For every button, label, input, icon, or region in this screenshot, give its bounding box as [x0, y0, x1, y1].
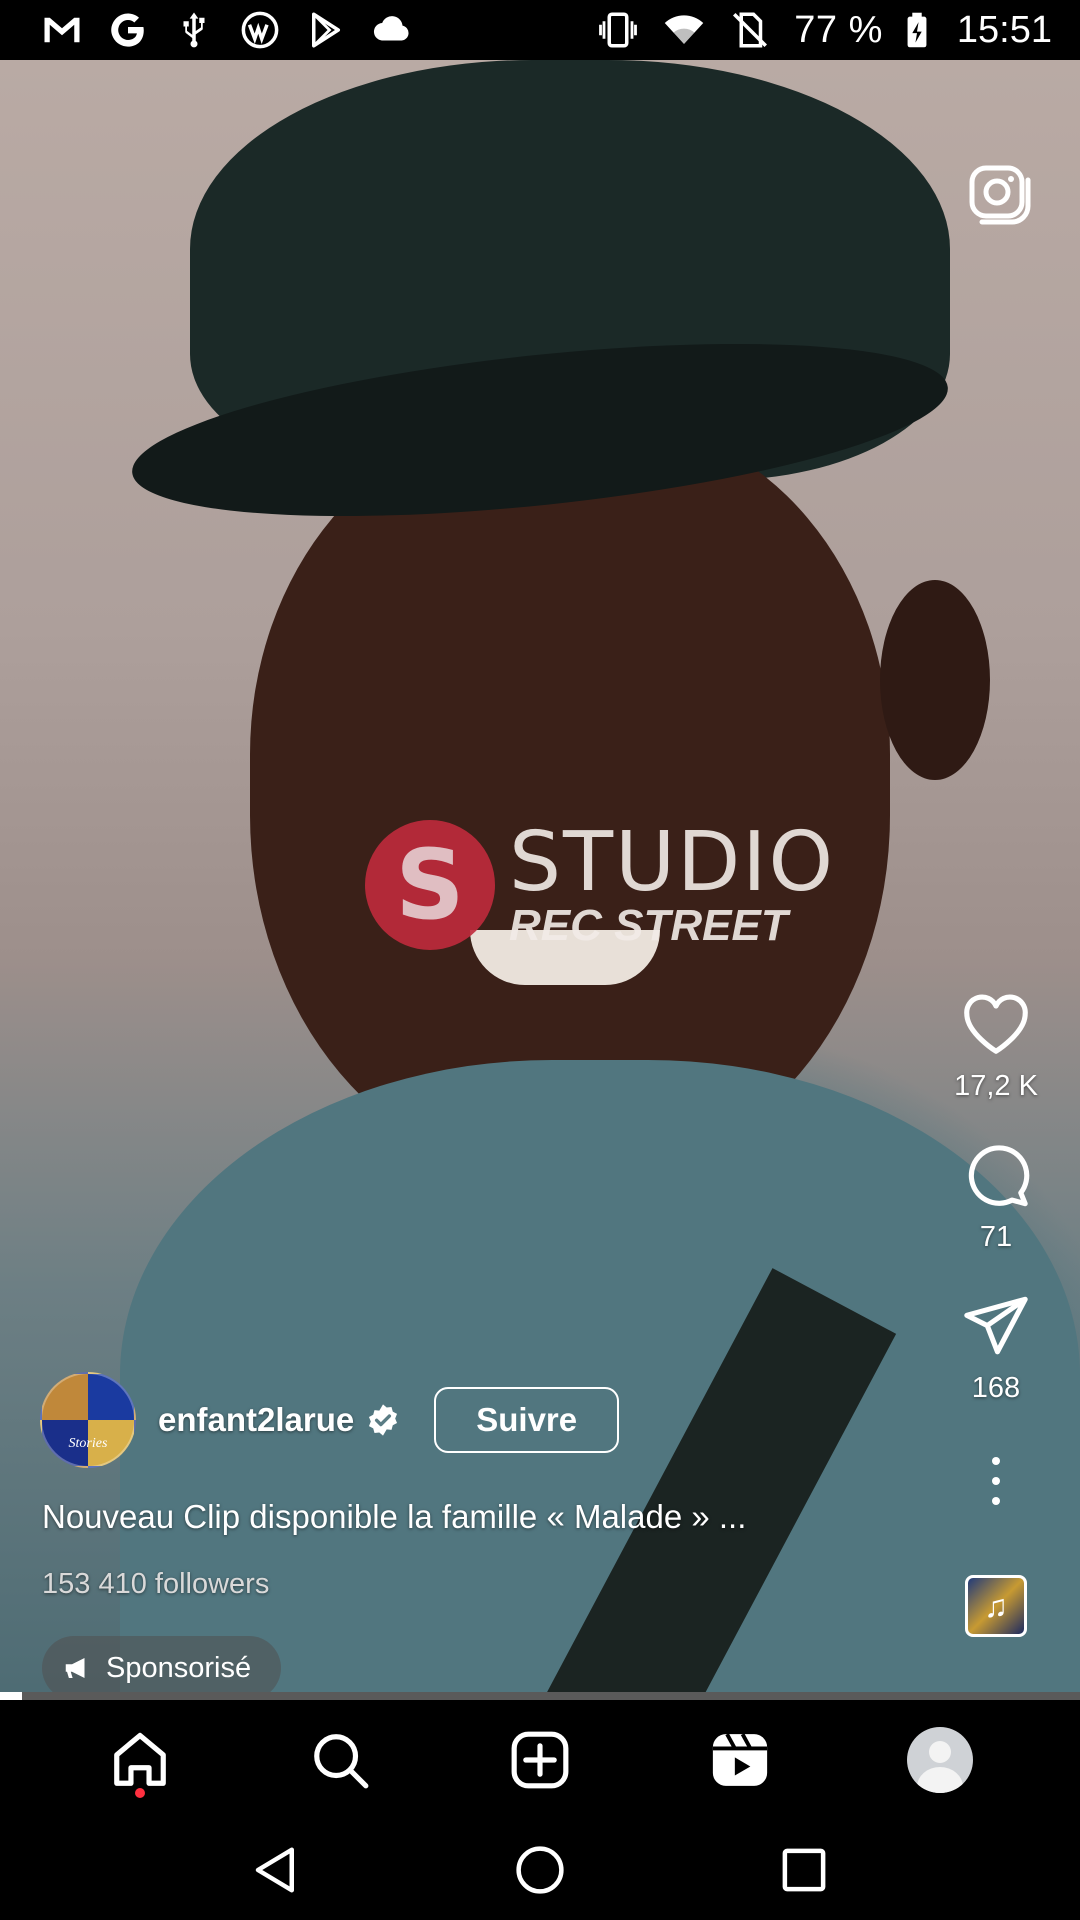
music-note-icon: ♫	[984, 1587, 1008, 1624]
video-progress-fill	[0, 1692, 22, 1700]
nav-search[interactable]	[300, 1720, 380, 1800]
reel-actions: 17,2 K 71 168 ♫	[926, 990, 1066, 1637]
gmail-icon	[40, 8, 84, 52]
usb-icon	[172, 8, 216, 52]
heart-icon	[964, 994, 1028, 1054]
status-bar-right: 77 % 15:51	[596, 8, 1052, 52]
video-progress-bar[interactable]	[0, 1692, 1080, 1700]
verified-badge-icon	[369, 1404, 398, 1436]
share-button[interactable]: 168	[961, 1292, 1031, 1405]
more-dot	[992, 1457, 1000, 1465]
more-dot	[992, 1497, 1000, 1505]
watermark-text: STUDIO REC STREET	[509, 822, 835, 948]
search-icon	[314, 1734, 369, 1789]
watermark-line2: REC STREET	[509, 901, 788, 950]
author-row: Stories enfant2larue Suivre	[40, 1372, 620, 1468]
create-icon	[511, 1731, 569, 1789]
camera-icon	[969, 165, 1031, 225]
camera-button[interactable]	[968, 162, 1032, 226]
send-icon	[964, 1296, 1028, 1355]
profile-avatar	[907, 1727, 973, 1793]
wifi-icon	[662, 8, 706, 52]
studio-watermark: S STUDIO REC STREET	[365, 820, 835, 950]
recents-icon[interactable]	[777, 1843, 831, 1897]
nav-reels[interactable]	[700, 1720, 780, 1800]
follow-button[interactable]: Suivre	[434, 1387, 620, 1453]
vibrate-icon	[596, 8, 640, 52]
reels-icon	[712, 1733, 768, 1786]
back-icon[interactable]	[249, 1843, 303, 1897]
like-count: 17,2 K	[954, 1070, 1038, 1102]
author-username[interactable]: enfant2larue	[158, 1401, 354, 1439]
home-circle-icon[interactable]	[513, 1843, 567, 1897]
system-navigation-bar	[0, 1820, 1080, 1920]
profile-avatar-head	[929, 1741, 951, 1763]
no-sim-icon	[728, 8, 772, 52]
sponsored-label: Sponsorisé	[106, 1651, 252, 1684]
comment-button[interactable]: 71	[961, 1141, 1031, 1254]
play-store-icon	[304, 8, 348, 52]
watermark-line1: STUDIO	[509, 815, 836, 910]
post-caption[interactable]: Nouveau Clip disponible la famille « Mal…	[42, 1498, 746, 1536]
google-icon	[106, 8, 150, 52]
reel-video[interactable]: S STUDIO REC STREET 17,2 K 71 168 ♫ Stor…	[0, 60, 1080, 1692]
follower-count: 153 410 followers	[42, 1568, 270, 1600]
status-bar: 77 % 15:51	[0, 0, 1080, 60]
watermark-logo: S	[365, 820, 495, 950]
nav-home[interactable]	[100, 1720, 180, 1800]
bottom-navigation	[0, 1700, 1080, 1820]
share-count: 168	[971, 1372, 1021, 1404]
comment-count: 71	[979, 1221, 1013, 1253]
megaphone-icon	[65, 1658, 85, 1678]
nav-profile[interactable]	[900, 1720, 980, 1800]
wp-icon	[238, 8, 282, 52]
notification-dot	[135, 1788, 145, 1798]
battery-charging-icon	[905, 8, 929, 52]
comment-icon	[968, 1145, 1030, 1207]
more-options-button[interactable]	[976, 1457, 1016, 1505]
avatar-label: Stories	[68, 1436, 108, 1451]
battery-percent: 77 %	[794, 8, 883, 51]
like-button[interactable]: 17,2 K	[954, 990, 1038, 1103]
clock: 15:51	[956, 8, 1052, 51]
profile-avatar-body	[917, 1767, 963, 1793]
author-avatar[interactable]: Stories	[40, 1372, 136, 1468]
nav-create[interactable]	[500, 1720, 580, 1800]
status-bar-left	[40, 8, 414, 52]
video-ear	[880, 580, 990, 780]
cloud-icon	[370, 8, 414, 52]
sponsored-badge[interactable]: Sponsorisé	[42, 1636, 282, 1692]
more-dot	[992, 1477, 1000, 1485]
audio-track-button[interactable]: ♫	[965, 1575, 1027, 1637]
home-icon	[114, 1732, 166, 1786]
